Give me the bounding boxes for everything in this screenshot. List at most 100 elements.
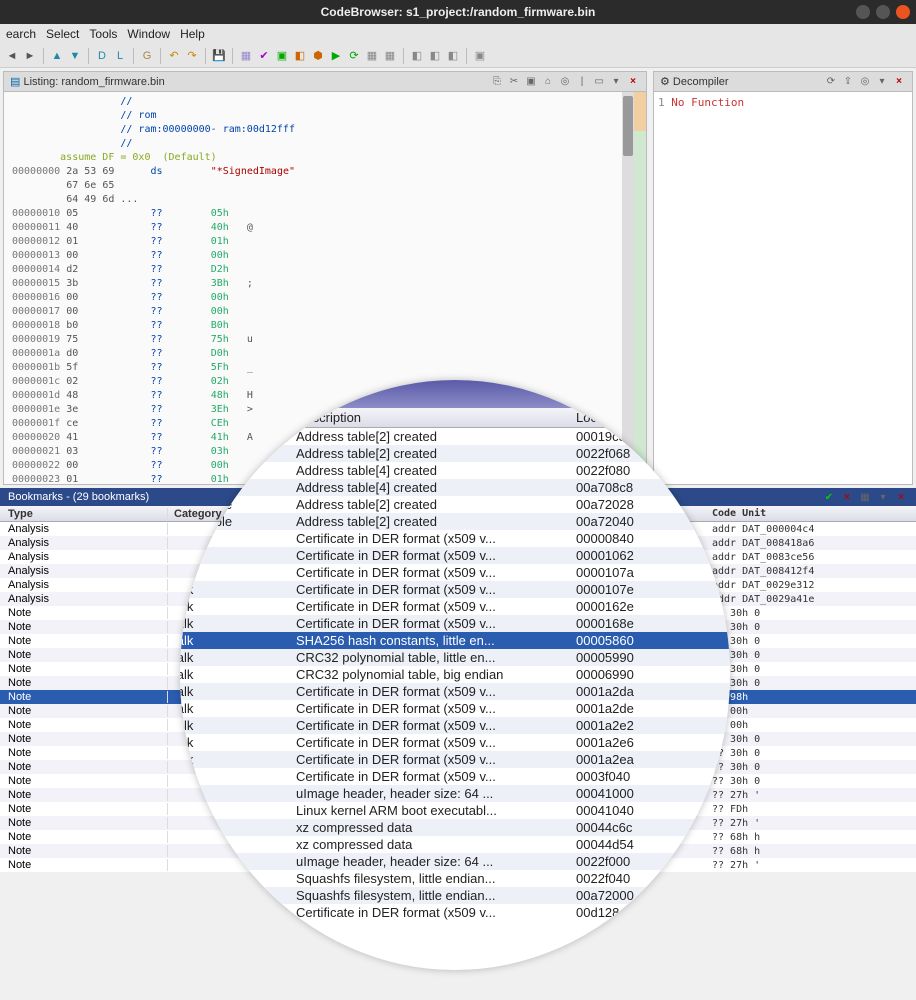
back-icon[interactable]: ◄ xyxy=(4,48,20,64)
forward-icon[interactable]: ► xyxy=(22,48,38,64)
window-maximize-button[interactable] xyxy=(876,5,890,19)
magnified-bookmark-row[interactable]: binwalkCertificate in DER format (x509 v… xyxy=(180,904,730,921)
close3-icon[interactable]: × xyxy=(894,490,908,504)
menu-window[interactable]: Window xyxy=(127,27,170,41)
listing-line[interactable]: // rom xyxy=(12,109,643,123)
redo-icon[interactable]: ↷ xyxy=(184,48,200,64)
magnified-bookmark-row[interactable]: binwalkuImage header, header size: 64 ..… xyxy=(180,785,730,802)
cycle-icon[interactable]: ⟳ xyxy=(346,48,362,64)
magnified-bookmark-row[interactable]: binwalkCertificate in DER format (x509 v… xyxy=(180,734,730,751)
listing-line[interactable]: 00000017 00 ?? 00h xyxy=(12,305,643,319)
window-close-button[interactable] xyxy=(896,5,910,19)
copy-icon[interactable]: ⎘ xyxy=(490,75,504,89)
listing-line[interactable]: 00000014 d2 ?? D2h xyxy=(12,263,643,277)
mag-col-description[interactable]: Description xyxy=(290,410,570,425)
snap2-icon[interactable]: ◧ xyxy=(427,48,443,64)
listing-line[interactable]: 0000001b 5f ?? 5Fh _ xyxy=(12,361,643,375)
magnified-bookmark-row[interactable]: binwalkCertificate in DER format (x509 v… xyxy=(180,751,730,768)
listing-line[interactable]: 67 6e 65 xyxy=(12,179,643,193)
field-icon[interactable]: ▭ xyxy=(592,75,606,89)
undo-icon[interactable]: ↶ xyxy=(166,48,182,64)
magnified-bookmark-row[interactable]: binwalkxz compressed data00044c6c xyxy=(180,819,730,836)
listing-line[interactable]: 00000018 b0 ?? B0h xyxy=(12,319,643,333)
close2-icon[interactable]: × xyxy=(892,75,906,89)
define-icon[interactable]: D xyxy=(94,48,110,64)
goto-icon[interactable]: G xyxy=(139,48,155,64)
menu-select[interactable]: Select xyxy=(46,27,79,41)
delete-icon[interactable]: × xyxy=(840,490,854,504)
listing-line[interactable]: // ram:00000000- ram:00d12fff xyxy=(12,123,643,137)
menu-search[interactable]: earch xyxy=(6,27,36,41)
house-icon[interactable]: ⌂ xyxy=(541,75,555,89)
menu2-icon[interactable]: ▾ xyxy=(875,75,889,89)
magnified-bookmark-row[interactable]: binwalkCertificate in DER format (x509 v… xyxy=(180,581,730,598)
listing-line[interactable]: 00000016 00 ?? 00h xyxy=(12,291,643,305)
magnified-bookmark-row[interactable]: Address TableAddress table[4] created002… xyxy=(180,462,730,479)
listing-line[interactable]: 00000012 01 ?? 01h xyxy=(12,235,643,249)
ledger-icon[interactable]: ▦ xyxy=(238,48,254,64)
menu-tools[interactable]: Tools xyxy=(89,27,117,41)
label-icon[interactable]: L xyxy=(112,48,128,64)
magnified-bookmark-row[interactable]: binwalkxz compressed data00044d54 xyxy=(180,836,730,853)
mark-icon[interactable]: ▣ xyxy=(472,48,488,64)
magnified-bookmark-row[interactable]: Address TableAddress table[2] created00a… xyxy=(180,496,730,513)
col-type[interactable]: Type xyxy=(0,508,168,520)
clip-icon[interactable]: ✂ xyxy=(507,75,521,89)
magnified-bookmark-row[interactable]: Address TableAddress table[2] created002… xyxy=(180,445,730,462)
listing-line[interactable]: 00000013 00 ?? 00h xyxy=(12,249,643,263)
magnified-bookmark-row[interactable]: binwalkCertificate in DER format (x509 v… xyxy=(180,547,730,564)
listing-line[interactable]: // xyxy=(12,137,643,151)
box-icon[interactable]: ▣ xyxy=(524,75,538,89)
listing-line[interactable]: 00000000 2a 53 69 ds "*SignedImage" xyxy=(12,165,643,179)
gear-icon[interactable]: ▦ xyxy=(382,48,398,64)
listing-line[interactable]: 00000019 75 ?? 75h u xyxy=(12,333,643,347)
magnified-bookmark-row[interactable]: Address TableAddress table[2] created00a… xyxy=(180,513,730,530)
check-icon[interactable]: ✔ xyxy=(256,48,272,64)
export-icon[interactable]: ⇪ xyxy=(841,75,855,89)
listing-line[interactable]: assume DF = 0x0 (Default) xyxy=(12,151,643,165)
magnified-bookmark-row[interactable]: binwalkSquashfs filesystem, little endia… xyxy=(180,887,730,904)
window-minimize-button[interactable] xyxy=(856,5,870,19)
save-icon[interactable]: 💾 xyxy=(211,48,227,64)
listing-line[interactable]: // xyxy=(12,95,643,109)
stop-icon[interactable]: ▦ xyxy=(364,48,380,64)
magnified-bookmark-row[interactable]: binwalkCertificate in DER format (x509 v… xyxy=(180,564,730,581)
magnified-bookmark-row[interactable]: binwalkCertificate in DER format (x509 v… xyxy=(180,683,730,700)
listing-line[interactable]: 64 49 6d ... xyxy=(12,193,643,207)
magnified-bookmark-row[interactable]: binwalkCertificate in DER format (x509 v… xyxy=(180,530,730,547)
magnified-bookmark-row[interactable]: binwalkCertificate in DER format (x509 v… xyxy=(180,768,730,785)
filter-icon[interactable]: ✔ xyxy=(822,490,836,504)
mag-col-location[interactable]: Location xyxy=(570,410,700,425)
book-icon[interactable]: ▣ xyxy=(274,48,290,64)
close-icon[interactable]: × xyxy=(626,75,640,89)
menu-icon[interactable]: ▾ xyxy=(609,75,623,89)
menu-help[interactable]: Help xyxy=(180,27,205,41)
magnified-bookmark-row[interactable]: binwalkCertificate in DER format (x509 v… xyxy=(180,598,730,615)
down-icon[interactable]: ▼ xyxy=(67,48,83,64)
magnified-bookmark-row[interactable]: binwalkuImage header, header size: 64 ..… xyxy=(180,853,730,870)
more-icon[interactable]: ▾ xyxy=(876,490,890,504)
listing-line[interactable]: 00000010 05 ?? 05h xyxy=(12,207,643,221)
run-icon[interactable]: ▶ xyxy=(328,48,344,64)
magnified-bookmark-row[interactable]: binwalkCRC32 polynomial table, little en… xyxy=(180,649,730,666)
cam-icon[interactable]: ◎ xyxy=(558,75,572,89)
listing-line[interactable]: 0000001a d0 ?? D0h xyxy=(12,347,643,361)
magnified-bookmark-row[interactable]: binwalkLinux kernel ARM boot executabl..… xyxy=(180,802,730,819)
magnified-bookmark-row[interactable]: binwalkSquashfs filesystem, little endia… xyxy=(180,870,730,887)
magnified-bookmark-row[interactable]: binwalkSHA256 hash constants, little en.… xyxy=(180,632,730,649)
magnified-bookmark-row[interactable]: binwalkCRC32 polynomial table, big endia… xyxy=(180,666,730,683)
mag-col-category[interactable]: Category xyxy=(180,410,290,425)
col-code-unit[interactable]: Code Unit xyxy=(706,508,916,519)
diff-icon[interactable]: ◧ xyxy=(292,48,308,64)
magnified-bookmark-row[interactable]: binwalkCertificate in DER format (x509 v… xyxy=(180,717,730,734)
up-icon[interactable]: ▲ xyxy=(49,48,65,64)
cam2-icon[interactable]: ◎ xyxy=(858,75,872,89)
magnified-bookmark-row[interactable]: binwalkCertificate in DER format (x509 v… xyxy=(180,700,730,717)
snap1-icon[interactable]: ◧ xyxy=(409,48,425,64)
listing-line[interactable]: 00000015 3b ?? 3Bh ; xyxy=(12,277,643,291)
magnified-bookmark-row[interactable]: binwalkCertificate in DER format (x509 v… xyxy=(180,615,730,632)
refresh-icon[interactable]: ⟳ xyxy=(824,75,838,89)
listing-line[interactable]: 00000011 40 ?? 40h @ xyxy=(12,221,643,235)
magnified-bookmark-row[interactable]: Address TableAddress table[4] created00a… xyxy=(180,479,730,496)
select-icon[interactable]: ▦ xyxy=(858,490,872,504)
